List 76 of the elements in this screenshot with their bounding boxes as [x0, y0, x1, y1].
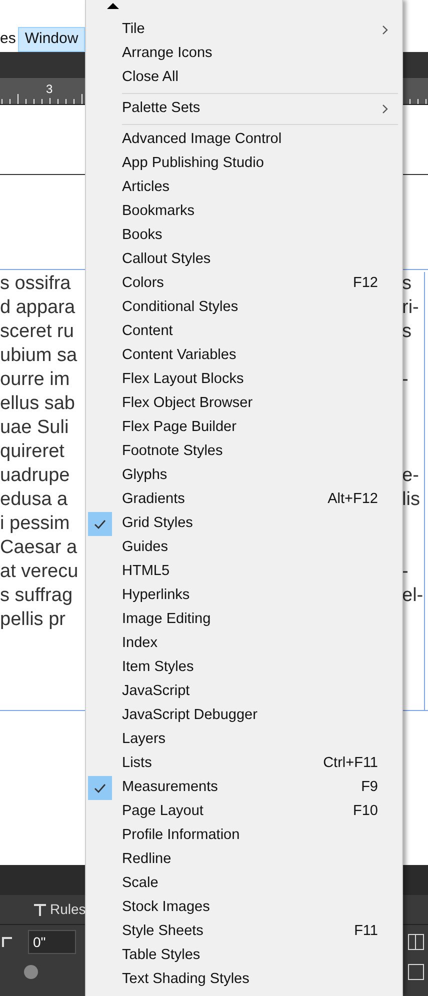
menu-item[interactable]: Advanced Image Control [86, 128, 402, 152]
menu-item[interactable]: Grid Styles [86, 512, 402, 536]
menu-item[interactable]: Arrange Icons [86, 42, 402, 66]
body-text-line: el- [402, 584, 424, 608]
body-text-line: Caesar a [0, 536, 78, 560]
body-text-line: uadrupe [0, 464, 70, 488]
menu-item[interactable]: Layers [86, 728, 402, 752]
menu-item[interactable]: Item Styles [86, 656, 402, 680]
shortcut-label: F11 [354, 922, 378, 942]
menu-item[interactable]: Profile Information [86, 824, 402, 848]
menu-item[interactable]: Colors F12 [86, 272, 402, 296]
menu-item[interactable]: Books [86, 224, 402, 248]
menu-item[interactable]: Style Sheets F11 [86, 920, 402, 944]
body-text-line: ubium sa [0, 344, 78, 368]
menu-item[interactable]: Content [86, 320, 402, 344]
menu-item[interactable]: Guides [86, 536, 402, 560]
menu-item[interactable]: Gradients Alt+F12 [86, 488, 402, 512]
menu-item[interactable]: Index [86, 632, 402, 656]
menu-item[interactable]: Articles [86, 176, 402, 200]
menu-item[interactable]: Measurements F9 [86, 776, 402, 800]
menu-item[interactable]: HTML5 [86, 560, 402, 584]
shortcut-label: F12 [353, 274, 378, 294]
menu-item[interactable]: Bookmarks [86, 200, 402, 224]
menu-item[interactable]: JavaScript [86, 680, 402, 704]
menu-item[interactable]: Flex Page Builder [86, 416, 402, 440]
shortcut-label: F10 [353, 802, 378, 822]
shortcut-label: Alt+F12 [328, 490, 378, 510]
menu-item[interactable]: Page Layout F10 [86, 800, 402, 824]
menu-item[interactable]: Glyphs [86, 464, 402, 488]
body-text-line: s ossifra [0, 272, 71, 296]
menu-item[interactable]: Table Styles [86, 944, 402, 968]
menu-item[interactable]: Redline [86, 848, 402, 872]
body-text-line: uae Suli [0, 416, 69, 440]
body-text-line: sceret ru [0, 320, 74, 344]
value-field[interactable]: 0" [28, 930, 76, 954]
shortcut-label: F9 [361, 778, 378, 798]
menu-item[interactable]: Callout Styles [86, 248, 402, 272]
menu-bar-item[interactable]: Window [18, 27, 86, 52]
body-text-line: at verecu [0, 560, 78, 584]
menu-item[interactable]: Close All [86, 66, 402, 90]
shortcut-label: Ctrl+F11 [323, 754, 378, 774]
body-text-line: lis [402, 488, 421, 512]
body-text-line: ellus sab [0, 392, 75, 416]
body-text-line: - [402, 560, 410, 584]
corner-icon [2, 937, 12, 947]
menu-item[interactable]: Footnote Styles [86, 440, 402, 464]
menu-item[interactable]: Stock Images [86, 896, 402, 920]
menu-item[interactable]: Hyperlinks [86, 584, 402, 608]
body-text-line: i pessim [0, 512, 70, 536]
rules-icon [34, 904, 46, 916]
menu-item[interactable]: Lists Ctrl+F11 [86, 752, 402, 776]
body-text-line: s suffrag [0, 584, 73, 608]
menu-item[interactable]: Palette Sets [86, 97, 402, 121]
menu-item[interactable]: Tile [86, 18, 402, 42]
menu-item[interactable]: Content Variables [86, 344, 402, 368]
menu-item[interactable]: Scale [86, 872, 402, 896]
body-text-line: s [402, 320, 412, 344]
body-text-line: e- [402, 464, 420, 488]
menu-item[interactable]: JavaScript Debugger [86, 704, 402, 728]
menu-item[interactable]: Text Shading Styles [86, 968, 402, 992]
body-text-line: pellis pr [0, 608, 66, 632]
scroll-up-arrow-icon[interactable] [107, 2, 119, 10]
body-text-line: ri- [402, 296, 420, 320]
menu-item[interactable]: Flex Object Browser [86, 392, 402, 416]
menu-bar-item[interactable]: es [0, 27, 18, 52]
body-text-line: d appara [0, 296, 76, 320]
body-text-line: ourre im [0, 368, 70, 392]
body-text-line: quireret [0, 440, 64, 464]
menu-item[interactable]: Image Editing [86, 608, 402, 632]
menu-item[interactable]: Flex Layout Blocks [86, 368, 402, 392]
body-text-line: - [402, 368, 410, 392]
body-text-line: s [402, 272, 412, 296]
menu-item[interactable]: Conditional Styles [86, 296, 402, 320]
menu-item[interactable]: App Publishing Studio [86, 152, 402, 176]
body-text-line: edusa a [0, 488, 68, 512]
panel-tab[interactable]: Rules [50, 899, 86, 920]
